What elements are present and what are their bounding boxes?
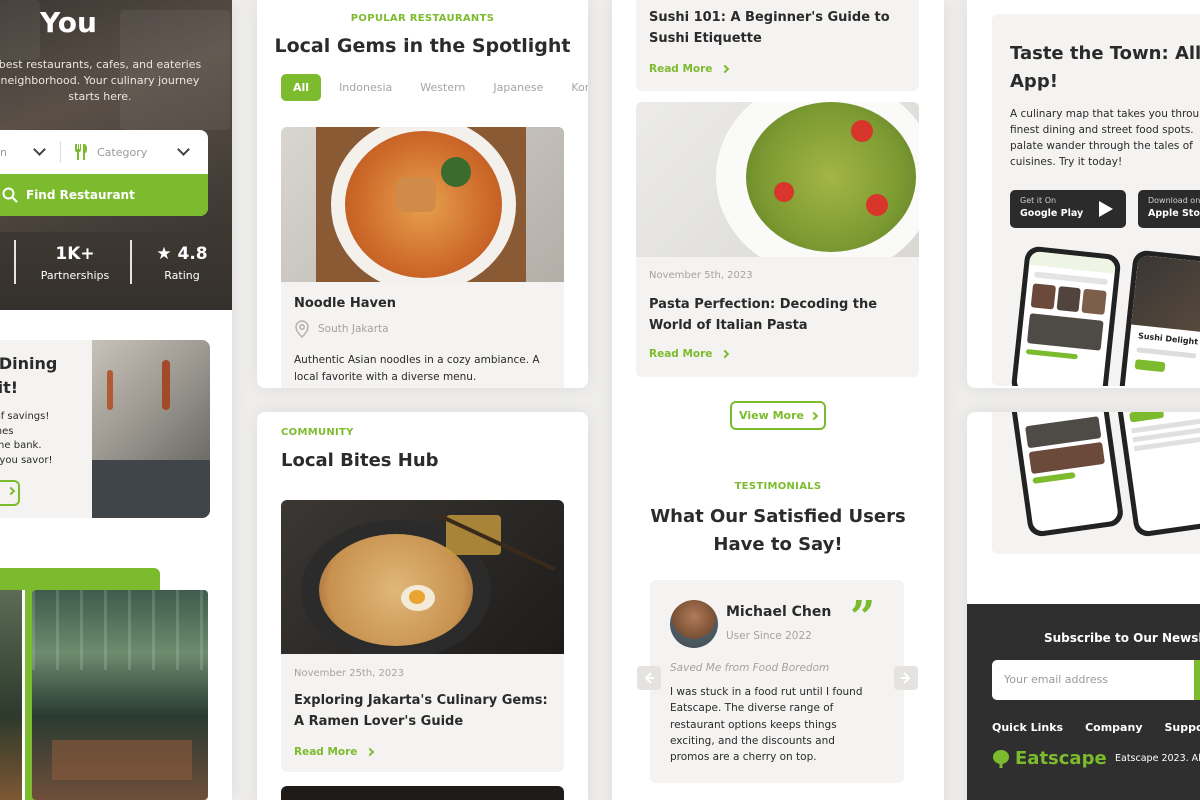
location-select[interactable]: n xyxy=(0,146,7,159)
tab-western[interactable]: Western xyxy=(410,74,475,101)
tab-indonesia[interactable]: Indonesia xyxy=(329,74,402,101)
hero-description: best restaurants, cafes, and eateries ne… xyxy=(0,58,202,103)
location-pin-icon xyxy=(295,320,309,338)
tab-japanese[interactable]: Japanese xyxy=(483,74,553,101)
cuisine-tabs: All Indonesia Western Japanese Kore xyxy=(281,74,588,101)
pasta-photo xyxy=(636,102,919,257)
chevron-down-icon[interactable] xyxy=(33,143,46,156)
footer: Subscribe to Our Newslet Your email addr… xyxy=(967,604,1200,800)
apple-store-button[interactable]: Download on Apple Store xyxy=(1138,190,1200,228)
page: You best restaurants, cafes, and eaterie… xyxy=(0,0,1200,800)
category-select[interactable]: Category xyxy=(97,146,147,159)
testimonial-text: I was stuck in a food rut until I found … xyxy=(670,686,863,764)
stat-partnerships: 1K+ Partnerships xyxy=(40,244,110,282)
article-title: Exploring Jakarta's Culinary Gems: A Ram… xyxy=(294,693,548,729)
app-promo-card: Taste the Town: All in App! A culinary m… xyxy=(992,14,1200,386)
phone-mockup: Sushi Delight xyxy=(1118,249,1200,386)
tab-korean[interactable]: Kore xyxy=(561,74,588,101)
restaurant-location: South Jakarta xyxy=(318,323,389,335)
chevron-right-icon xyxy=(720,64,730,74)
footer-link-quick-links[interactable]: Quick Links xyxy=(992,721,1063,734)
restaurant-name: Noodle Haven xyxy=(294,296,397,311)
testimonial-card: Michael Chen User Since 2022 ” Saved Me … xyxy=(650,580,904,783)
app-promo-card xyxy=(992,412,1200,554)
restaurant-description: Authentic Asian noodles in a cozy ambian… xyxy=(294,354,540,383)
phone-mockup xyxy=(1007,412,1125,538)
article-card[interactable]: November 5th, 2023 Pasta Perfection: Dec… xyxy=(636,102,919,377)
stat-rating: ★ 4.8 Rating xyxy=(156,244,208,282)
avatar xyxy=(670,600,718,648)
read-more-link[interactable]: Read More xyxy=(649,63,730,75)
article-card[interactable]: November 25th, 2023 Exploring Jakarta's … xyxy=(281,500,564,772)
promo-button[interactable]: ow xyxy=(0,480,20,506)
promo-card: ve Dining wait! east of savings! cuisine… xyxy=(0,340,210,518)
promo-text: east of savings! cuisines cing the bank.… xyxy=(0,411,53,466)
testimonial-since: User Since 2022 xyxy=(726,630,812,642)
google-play-button[interactable]: Get it On Google Play xyxy=(1010,190,1126,228)
search-box: n Category Find Restaurant xyxy=(0,130,208,216)
restaurant-card[interactable]: Noodle Haven South Jakarta Authentic Asi… xyxy=(281,127,564,388)
ramen-photo xyxy=(281,500,564,654)
chevron-down-icon[interactable] xyxy=(177,143,191,156)
section-title: Local Gems in the Spotlight xyxy=(274,35,571,57)
footer-links: Quick Links Company Support xyxy=(992,721,1200,734)
search-icon xyxy=(2,187,18,203)
subscribe-button[interactable] xyxy=(1194,660,1200,700)
quote-icon: ” xyxy=(850,592,876,643)
section-eyebrow: TESTIMONIALS xyxy=(734,481,822,492)
section-eyebrow: POPULAR RESTAURANTS xyxy=(350,13,495,24)
view-more-button[interactable]: View More xyxy=(730,401,826,430)
carousel-next-button[interactable] xyxy=(894,666,918,690)
noodle-bowl-photo xyxy=(281,127,564,282)
section-title: Local Bites Hub xyxy=(281,450,439,471)
phone-mockup xyxy=(1113,412,1200,538)
mobile-screen-community: COMMUNITY Local Bites Hub November 25th,… xyxy=(257,412,588,800)
leaf-logo-icon xyxy=(993,749,1009,768)
app-promo-title: Taste the Town: All in App! xyxy=(1010,43,1200,92)
garden-restaurant-photo xyxy=(32,590,208,800)
tab-all[interactable]: All xyxy=(281,74,322,101)
email-input[interactable]: Your email address xyxy=(992,660,1200,700)
accent-bar xyxy=(0,568,160,590)
hero-title: You xyxy=(40,6,97,39)
testimonial-headline: Saved Me from Food Boredom xyxy=(670,662,830,674)
find-restaurant-button[interactable]: Find Restaurant xyxy=(0,174,208,216)
star-icon: ★ xyxy=(156,244,178,264)
footer-link-support[interactable]: Support xyxy=(1164,721,1200,734)
mobile-screen-restaurants: POPULAR RESTAURANTS Local Gems in the Sp… xyxy=(257,0,588,388)
mobile-screen-home: You best restaurants, cafes, and eaterie… xyxy=(0,0,232,800)
read-more-link[interactable]: Read More xyxy=(294,746,375,758)
play-icon xyxy=(1099,201,1113,217)
article-title: Sushi 101: A Beginner's Guide to Sushi E… xyxy=(649,10,890,46)
chevron-right-icon xyxy=(365,747,375,757)
arrow-right-icon xyxy=(901,672,911,684)
article-card[interactable]: Sushi 101: A Beginner's Guide to Sushi E… xyxy=(636,0,919,91)
article-date: November 25th, 2023 xyxy=(294,668,404,679)
section-title: What Our Satisfied Users Have to Say! xyxy=(650,506,906,555)
read-more-link[interactable]: Read More xyxy=(649,348,730,360)
chevron-right-icon xyxy=(809,411,819,420)
article-title: Pasta Perfection: Decoding the World of … xyxy=(649,297,878,333)
copyright: Eatscape 2023. Al xyxy=(1115,753,1200,764)
chevron-right-icon xyxy=(720,349,730,359)
newsletter-title: Subscribe to Our Newslet xyxy=(1044,631,1200,645)
fork-knife-icon xyxy=(74,144,87,160)
restaurant-interior-photo xyxy=(92,340,210,518)
section-eyebrow: COMMUNITY xyxy=(281,427,354,438)
promo-title: ve Dining wait! xyxy=(0,354,58,397)
food-photo xyxy=(0,590,22,800)
brand-logo: Eatscape xyxy=(992,748,1107,769)
phone-mockup xyxy=(1010,245,1122,386)
carousel-prev-button[interactable] xyxy=(637,666,661,690)
next-article-photo xyxy=(281,786,564,800)
arrow-left-icon xyxy=(644,672,654,684)
mobile-screen-articles: Sushi 101: A Beginner's Guide to Sushi E… xyxy=(612,0,944,800)
chevron-right-icon xyxy=(6,486,15,496)
article-date: November 5th, 2023 xyxy=(649,270,753,281)
mobile-screen-footer: Subscribe to Our Newslet Your email addr… xyxy=(967,412,1200,800)
app-promo-text: A culinary map that takes you throu fine… xyxy=(1010,108,1200,168)
testimonial-name: Michael Chen xyxy=(726,604,832,620)
mobile-screen-app: Taste the Town: All in App! A culinary m… xyxy=(967,0,1200,388)
footer-link-company[interactable]: Company xyxy=(1085,721,1142,734)
